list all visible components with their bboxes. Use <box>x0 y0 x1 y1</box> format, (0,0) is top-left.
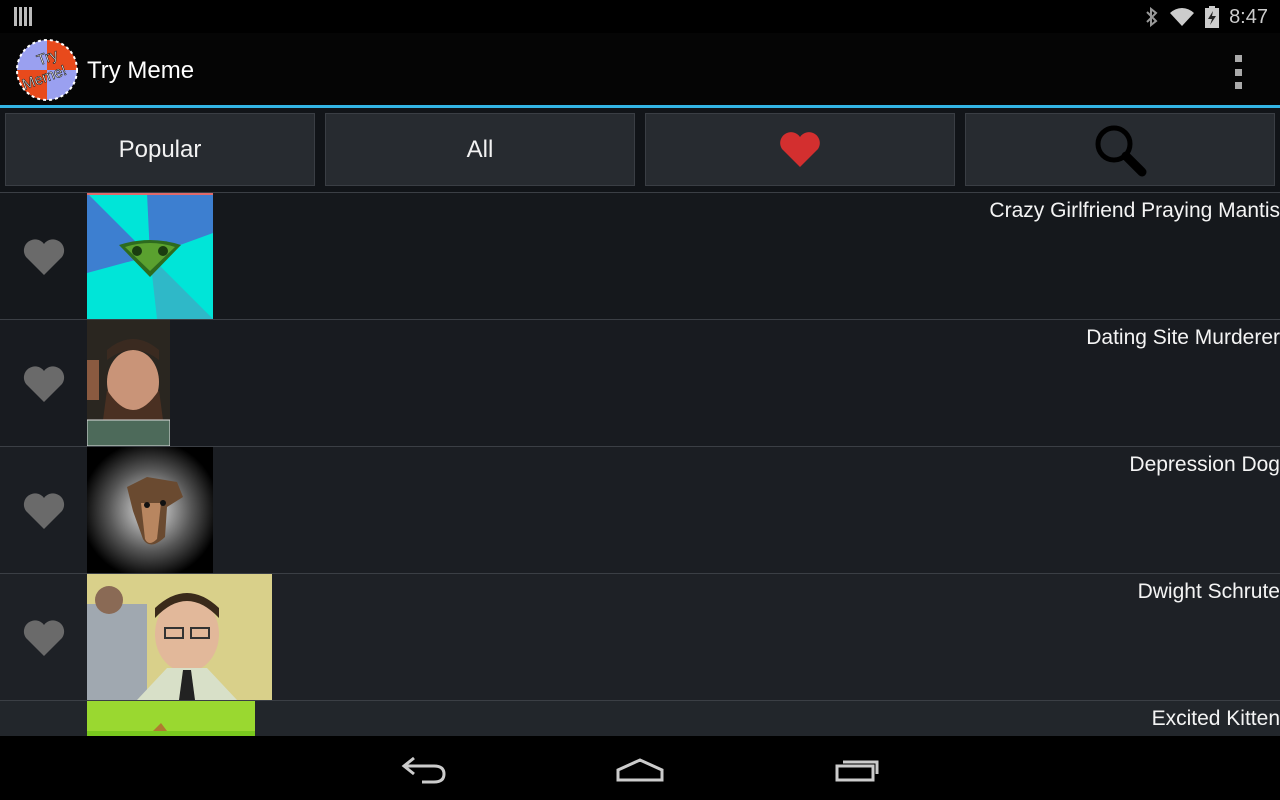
favorite-heart-icon[interactable] <box>22 618 66 658</box>
search-icon <box>1095 125 1147 176</box>
meme-title: Dwight Schrute <box>1137 580 1280 603</box>
meme-title: Crazy Girlfriend Praying Mantis <box>989 199 1280 222</box>
heart-icon <box>780 131 820 167</box>
list-item[interactable]: Crazy Girlfriend Praying Mantis <box>0 192 1280 319</box>
list-item[interactable]: Dating Site Murderer <box>0 319 1280 446</box>
home-icon[interactable] <box>610 750 670 786</box>
status-icons: 8:47 <box>1145 4 1268 30</box>
meme-list: Crazy Girlfriend Praying Mantis Dating S… <box>0 192 1280 736</box>
filter-tabs: Popular All <box>0 108 1280 192</box>
app-title: Try Meme <box>87 57 195 84</box>
meme-thumbnail <box>87 447 213 573</box>
battery-charging-icon <box>1205 6 1220 28</box>
favorite-heart-icon[interactable] <box>22 237 66 277</box>
back-icon[interactable] <box>394 750 454 786</box>
favorite-heart-icon[interactable] <box>22 491 66 531</box>
action-bar: Try Meme! Try Meme <box>0 33 1280 108</box>
tab-popular-label: Popular <box>118 135 202 163</box>
app-logo-icon[interactable]: Try Meme! <box>16 39 78 101</box>
meme-thumbnail <box>87 193 213 319</box>
status-bar: 8:47 <box>0 0 1280 33</box>
tab-popular[interactable]: Popular <box>5 113 315 186</box>
list-item[interactable]: Excited Kitten <box>0 700 1280 736</box>
wifi-icon <box>1170 8 1195 26</box>
list-item[interactable]: Depression Dog <box>0 446 1280 573</box>
notification-bars-icon <box>14 7 32 26</box>
meme-title: Excited Kitten <box>1151 707 1280 730</box>
favorite-heart-icon[interactable] <box>22 364 66 404</box>
tab-search[interactable] <box>965 113 1275 186</box>
meme-thumbnail <box>87 320 170 446</box>
tab-favorites[interactable] <box>645 113 955 186</box>
meme-title: Depression Dog <box>1129 453 1280 476</box>
bluetooth-icon <box>1146 6 1158 28</box>
overflow-menu-icon[interactable] <box>1224 55 1252 89</box>
recents-icon[interactable] <box>827 750 887 786</box>
navigation-bar <box>0 736 1280 800</box>
meme-thumbnail <box>87 701 255 736</box>
meme-thumbnail <box>87 574 272 700</box>
clock: 8:47 <box>1229 5 1268 28</box>
meme-title: Dating Site Murderer <box>1086 326 1280 349</box>
list-item[interactable]: Dwight Schrute <box>0 573 1280 700</box>
tab-all[interactable]: All <box>325 113 635 186</box>
tab-all-label: All <box>466 135 494 163</box>
